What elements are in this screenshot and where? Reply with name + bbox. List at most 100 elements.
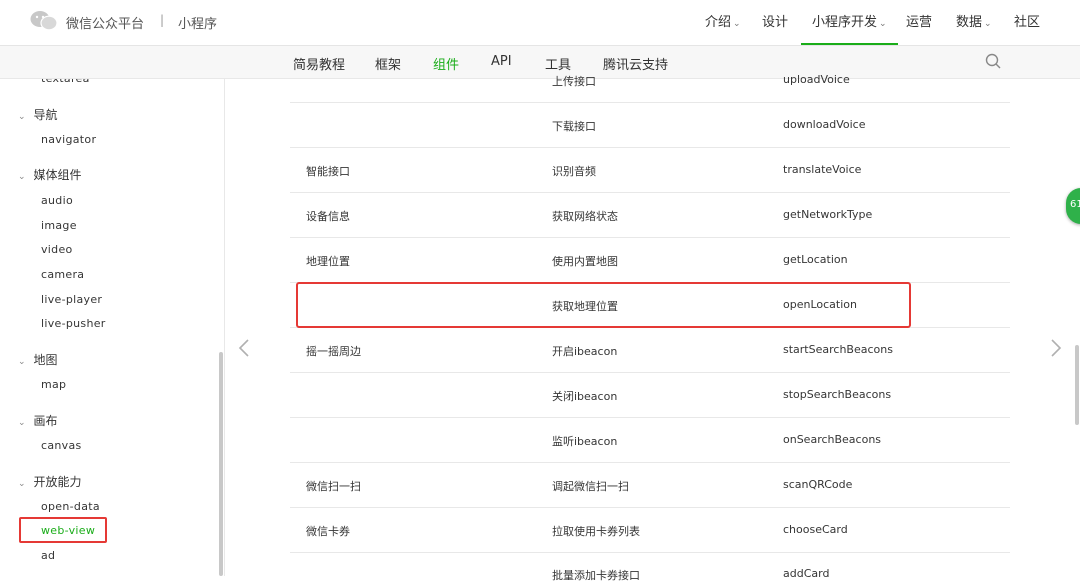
sidebar-group-map[interactable]: ⌄ 地图 <box>18 351 58 368</box>
table-cell-name: 开启ibeacon <box>552 345 618 358</box>
row-divider <box>290 552 1010 553</box>
sidebar-item-live-player[interactable]: live-player <box>41 293 102 306</box>
tab-framework[interactable]: 框架 <box>375 54 401 73</box>
table-cell-api[interactable]: scanQRCode <box>783 478 852 491</box>
nav-intro[interactable]: 介绍 ⌄ <box>705 0 741 45</box>
nav-operation-label: 运营 <box>906 15 933 30</box>
sidebar-group-open-ability[interactable]: ⌄ 开放能力 <box>18 473 82 490</box>
sidebar-group-label: 导航 <box>33 108 58 122</box>
brand-separator: | <box>160 13 165 27</box>
table-cell-api[interactable]: getNetworkType <box>783 208 872 221</box>
table-cell-name: 获取网络状态 <box>552 210 618 223</box>
row-divider <box>290 102 1010 103</box>
chevron-down-icon: ⌄ <box>879 19 887 29</box>
sidebar: textarea ⌄ 导航 navigator ⌄ 媒体组件 audio image… <box>0 79 225 576</box>
sidebar-item-audio[interactable]: audio <box>41 194 73 207</box>
tab-api[interactable]: API <box>491 54 512 69</box>
sidebar-group-media[interactable]: ⌄ 媒体组件 <box>18 166 82 183</box>
chevron-down-icon: ⌄ <box>733 19 741 29</box>
brand-title[interactable]: 微信公众平台 <box>66 13 144 32</box>
table-cell-name: 下载接口 <box>552 120 596 133</box>
sidebar-item-ad[interactable]: ad <box>41 549 55 562</box>
table-cell-category: 微信卡券 <box>306 525 350 538</box>
nav-miniprogram-dev[interactable]: 小程序开发 ⌄ <box>801 0 898 45</box>
nav-operation[interactable]: 运营 <box>906 0 932 45</box>
tab-tutorial[interactable]: 简易教程 <box>293 54 345 73</box>
table-cell-name: 拉取使用卡券列表 <box>552 525 640 538</box>
table-cell-api[interactable]: chooseCard <box>783 523 848 536</box>
open-location-highlight-box <box>296 282 911 328</box>
sidebar-scrollbar[interactable] <box>219 352 223 576</box>
table-cell-category: 设备信息 <box>306 210 350 223</box>
nav-design[interactable]: 设计 <box>762 0 788 45</box>
row-divider <box>290 372 1010 373</box>
row-divider <box>290 417 1010 418</box>
sidebar-item-textarea[interactable]: textarea <box>41 79 90 85</box>
table-cell-api[interactable]: addCard <box>783 567 829 580</box>
table-cell-api[interactable]: startSearchBeacons <box>783 343 893 356</box>
nav-design-label: 设计 <box>762 15 789 30</box>
sidebar-item-canvas[interactable]: canvas <box>41 439 82 452</box>
table-cell-api[interactable]: translateVoice <box>783 163 861 176</box>
row-divider <box>290 462 1010 463</box>
chevron-down-icon: ⌄ <box>18 112 26 122</box>
sidebar-item-map[interactable]: map <box>41 378 66 391</box>
sidebar-item-video[interactable]: video <box>41 243 73 256</box>
nav-community-label: 社区 <box>1014 15 1041 30</box>
tab-components[interactable]: 组件 <box>433 54 459 73</box>
table-cell-name: 批量添加卡券接口 <box>552 569 640 582</box>
floating-badge-label: 61 <box>1070 199 1080 210</box>
wechat-logo-icon[interactable] <box>30 10 58 32</box>
chevron-down-icon: ⌄ <box>18 172 26 182</box>
row-divider <box>290 237 1010 238</box>
sidebar-group-label: 媒体组件 <box>33 168 82 182</box>
sidebar-group-label: 地图 <box>33 353 58 367</box>
chevron-down-icon: ⌄ <box>984 19 992 29</box>
row-divider <box>290 192 1010 193</box>
search-icon[interactable] <box>985 53 1001 69</box>
chevron-right-icon[interactable] <box>1050 338 1062 358</box>
table-cell-name: 识别音频 <box>552 165 596 178</box>
table-cell-api[interactable]: getLocation <box>783 253 848 266</box>
table-cell-name: 使用内置地图 <box>552 255 618 268</box>
nav-intro-label: 介绍 <box>705 15 732 30</box>
sidebar-group-canvas[interactable]: ⌄ 画布 <box>18 412 58 429</box>
tab-tools[interactable]: 工具 <box>545 54 571 73</box>
table-cell-api[interactable]: onSearchBeacons <box>783 433 881 446</box>
table-cell-api[interactable]: stopSearchBeacons <box>783 388 891 401</box>
row-divider <box>290 507 1010 508</box>
table-cell-name: 上传接口 <box>552 75 596 88</box>
table-cell-name: 监听ibeacon <box>552 435 618 448</box>
sidebar-item-camera[interactable]: camera <box>41 268 84 281</box>
sidebar-group-label: 画布 <box>33 414 58 428</box>
sidebar-group-navigation[interactable]: ⌄ 导航 <box>18 106 58 123</box>
chevron-left-icon[interactable] <box>238 338 250 358</box>
sidebar-item-image[interactable]: image <box>41 219 77 232</box>
sidebar-item-navigator[interactable]: navigator <box>41 133 96 146</box>
chevron-down-icon: ⌄ <box>18 479 26 489</box>
page-scrollbar[interactable] <box>1075 345 1079 425</box>
row-divider <box>290 147 1010 148</box>
tab-tencent-cloud[interactable]: 腾讯云支持 <box>603 54 668 73</box>
table-cell-name: 关闭ibeacon <box>552 390 618 403</box>
sidebar-item-live-pusher[interactable]: live-pusher <box>41 317 106 330</box>
sub-navigation: 简易教程 框架 组件 API 工具 腾讯云支持 <box>0 46 1080 79</box>
nav-dev-label: 小程序开发 <box>812 15 878 30</box>
sidebar-item-open-data[interactable]: open-data <box>41 500 100 513</box>
floating-badge[interactable]: 61 <box>1066 188 1080 224</box>
table-cell-api[interactable]: uploadVoice <box>783 73 850 86</box>
table-cell-category: 微信扫一扫 <box>306 480 361 493</box>
table-cell-api[interactable]: downloadVoice <box>783 118 865 131</box>
nav-data-label: 数据 <box>956 15 983 30</box>
table-cell-category: 摇一摇周边 <box>306 345 361 358</box>
chevron-down-icon: ⌄ <box>18 418 26 428</box>
sidebar-group-label: 开放能力 <box>33 475 82 489</box>
nav-community[interactable]: 社区 <box>1014 0 1040 45</box>
top-header: 微信公众平台 | 小程序 介绍 ⌄ 设计 小程序开发 ⌄ 运营 数据 ⌄ 社区 <box>0 0 1080 46</box>
product-title[interactable]: 小程序 <box>178 13 217 32</box>
table-cell-name: 调起微信扫一扫 <box>552 480 629 493</box>
table-cell-category: 地理位置 <box>306 255 350 268</box>
nav-data[interactable]: 数据 ⌄ <box>956 0 992 45</box>
chevron-down-icon: ⌄ <box>18 357 26 367</box>
table-cell-category: 智能接口 <box>306 165 350 178</box>
